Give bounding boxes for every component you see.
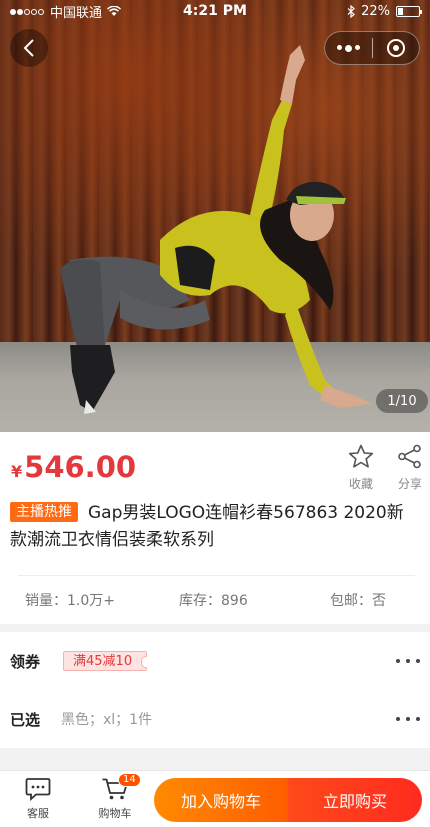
purchase-options: 领券 满45减10 已选 黑色；xl；1件	[0, 632, 430, 748]
product-price: ¥546.00	[11, 450, 136, 484]
buy-now-button[interactable]: 立即购买	[288, 778, 422, 822]
add-to-cart-button[interactable]: 加入购物车	[154, 778, 288, 822]
chat-bubble-icon	[25, 778, 51, 801]
share-button[interactable]: 分享	[390, 444, 430, 492]
status-time: 4:21 PM	[183, 3, 247, 19]
selected-label: 已选	[10, 710, 41, 729]
product-title: 主播热推 Gap男装LOGO连帽衫春567863 2020新款潮流卫衣情侣装柔软系…	[10, 500, 420, 554]
coupon-label: 领券	[10, 652, 41, 671]
bottom-action-bar: 客服 购物车 14 加入购物车 立即购买	[0, 770, 430, 827]
back-button[interactable]	[10, 29, 48, 67]
chevron-left-icon	[23, 39, 34, 57]
info-divider	[18, 575, 415, 576]
stock-count: 库存：896	[179, 593, 248, 609]
product-info: ¥546.00 收藏 分享 主播热推 Gap男装LOGO连帽衫春567863 20…	[0, 432, 430, 624]
more-menu-button[interactable]	[325, 44, 372, 52]
price-value: 546.00	[24, 450, 137, 484]
image-counter: 1/10	[376, 389, 428, 413]
favorite-label: 收藏	[348, 477, 373, 491]
mini-program-capsule	[324, 31, 420, 65]
target-close-icon	[386, 39, 405, 57]
cart-count-badge: 14	[118, 773, 141, 787]
coupon-badge[interactable]: 满45减10	[63, 651, 148, 671]
promo-tag: 主播热推	[10, 502, 78, 522]
favorite-button[interactable]: 收藏	[341, 444, 381, 492]
shipping-info: 包邮：否	[330, 593, 386, 609]
share-icon	[398, 444, 421, 469]
section-gap	[0, 748, 430, 770]
selected-spec-row[interactable]: 已选 黑色；xl；1件	[0, 690, 430, 748]
sales-count: 销量：1.0万+	[25, 593, 115, 609]
cart-button[interactable]: 购物车 14	[90, 773, 141, 821]
cart-label: 购物车	[98, 807, 132, 820]
status-bar: 中国联通 4:21 PM 22%	[0, 0, 430, 22]
purchase-buttons: 加入购物车 立即购买	[154, 778, 422, 822]
coupon-row[interactable]: 领券 满45减10	[0, 632, 430, 690]
battery-icon	[396, 5, 422, 17]
more-dots-icon	[396, 659, 420, 663]
currency-symbol: ¥	[11, 462, 23, 481]
more-dots-icon	[396, 717, 420, 721]
share-label: 分享	[397, 477, 422, 491]
star-icon	[348, 444, 374, 468]
selected-value: 黑色；xl；1件	[61, 712, 153, 728]
customer-service-button[interactable]: 客服	[13, 777, 63, 821]
customer-service-label: 客服	[27, 807, 49, 820]
close-mini-program-button[interactable]	[372, 39, 419, 57]
